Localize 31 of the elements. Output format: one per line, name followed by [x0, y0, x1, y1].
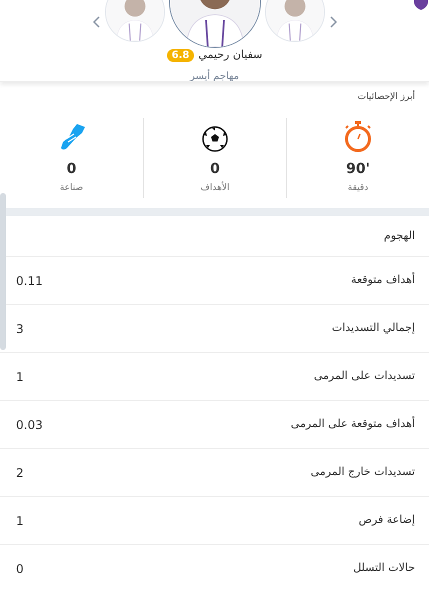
stat-value: 0: [210, 160, 220, 178]
rating-badge: 6.8: [166, 48, 194, 62]
section-title: أبرز الإحصائيات: [356, 89, 416, 104]
stat-value: 0: [16, 560, 24, 578]
stat-value: 1: [16, 368, 24, 386]
stopwatch-icon: [343, 120, 373, 152]
stat-label: دقيقة: [348, 182, 368, 194]
stat-value: 0.03: [16, 416, 43, 434]
stat-value: '90: [346, 160, 370, 178]
previous-chevron-icon[interactable]: [92, 16, 100, 28]
next-chevron-icon[interactable]: [328, 16, 336, 28]
stat-label: أهداف متوقعة على المرمى: [290, 416, 415, 432]
stat-value: 0: [66, 160, 76, 178]
stat-value: 2: [16, 464, 24, 482]
stat-label: إضاعة فرص: [358, 512, 415, 528]
stat-value: 3: [16, 320, 24, 338]
stat-value: 1: [16, 512, 24, 530]
stat-label: تسديدات على المرمى: [314, 368, 415, 384]
scrollbar[interactable]: [0, 193, 6, 350]
stat-label: الأهداف: [200, 182, 230, 194]
stat-label: تسديدات خارج المرمى: [310, 464, 415, 480]
stat-label: صناعة: [60, 182, 84, 194]
group-title: الهجوم: [384, 228, 415, 244]
stat-label: أهداف متوقعة: [351, 272, 415, 288]
stat-value: 0.11: [16, 272, 43, 290]
stat-label: حالات التسلل: [353, 560, 415, 576]
player-name: سفيان رحيمي: [198, 48, 262, 62]
avatar[interactable]: [264, 0, 324, 42]
stat-label: إجمالي التسديدات: [332, 320, 415, 336]
avatar[interactable]: [104, 0, 164, 42]
football-icon: [202, 126, 228, 152]
